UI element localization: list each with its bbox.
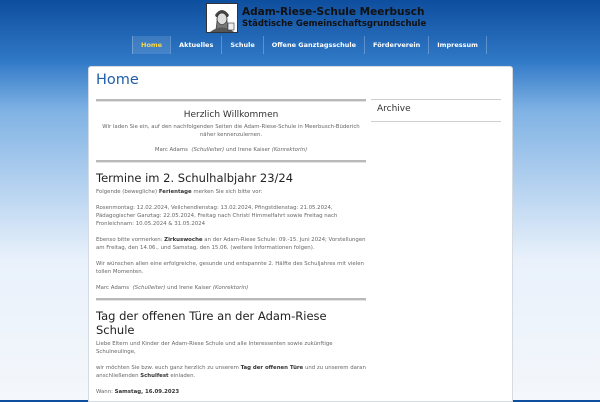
divider (96, 298, 366, 301)
tag-p1: Liebe Eltern und Kinder der Adam-Riese S… (96, 341, 333, 355)
zw-bold: Zirkuswoche (164, 237, 203, 243)
site-logo[interactable]: Adam-Riese-Schule Meerbusch Städtische G… (206, 3, 426, 33)
signature-role: (Konrektorin) (212, 285, 249, 291)
signature-name: Irene Kaiser (237, 147, 270, 153)
signature-role: (Schulleiter) (191, 147, 225, 153)
welcome-text: Wir laden Sie ein, auf den nachfolgenden… (102, 124, 360, 138)
main-column: Herzlich Willkommen Wir laden Sie ein, a… (96, 99, 366, 396)
tag-bold: Schulfest (140, 373, 169, 379)
termine-zirkuswoche: Ebenso bitte vormerken: Zirkuswoche an d… (96, 236, 366, 252)
signature-role: (Schulleiter) (132, 285, 166, 291)
divider (96, 160, 366, 163)
site-header: Adam-Riese-Schule Meerbusch Städtische G… (0, 0, 600, 36)
tag-text: wir möchten Sie bzw. euch ganz herzlich … (96, 365, 239, 371)
sidebar-divider (371, 99, 501, 100)
intro-text: merken Sie sich bitte vor: (193, 189, 263, 195)
termine-heading: Termine im 2. Schulhalbjahr 23/24 (96, 171, 294, 185)
intro-text: Folgende (bewegliche) (96, 189, 158, 195)
content-panel: Home Herzlich Willkommen Wir laden Sie e… (88, 66, 513, 402)
tag-bold: Samstag, 16.09.2023 (114, 389, 180, 395)
sidebar: Archive (371, 99, 501, 122)
site-title: Adam-Riese-Schule Meerbusch (242, 6, 425, 18)
signature-role: (Konrektorin) (271, 147, 308, 153)
termine-signature: Marc Adams (Schulleiter) und Irene Kaise… (96, 284, 366, 292)
page-title: Home (96, 72, 139, 88)
termine-wishes: Wir wünschen allen eine erfolgreiche, ge… (96, 261, 364, 275)
termine-intro: Folgende (bewegliche) Ferientage merken … (96, 188, 366, 196)
termine-dates: Rosenmontag: 12.02.2024, Veilchendiensta… (96, 205, 338, 227)
nav-item-aktuelles[interactable]: Aktuelles (170, 36, 221, 54)
adam-riese-portrait-logo-icon (206, 3, 238, 33)
zw-text: Ebenso bitte vormerken: (96, 237, 163, 243)
nav-item-foerderverein[interactable]: Förderverein (364, 36, 428, 54)
nav-item-offene-ganztagsschule[interactable]: Offene Ganztagsschule (262, 36, 364, 54)
divider (96, 99, 366, 102)
sidebar-divider (371, 121, 501, 122)
tag-p2: wir möchten Sie bzw. euch ganz herzlich … (96, 364, 366, 380)
tag-text: einladen. (170, 373, 196, 379)
signature-name: Marc Adams (154, 147, 188, 153)
intro-bold: Ferientage (158, 189, 192, 195)
tag-text: Wann: (96, 389, 113, 395)
signature-name: Marc Adams (96, 285, 130, 291)
signature-and: und (167, 285, 178, 291)
nav-item-impressum[interactable]: Impressum (428, 36, 487, 54)
nav-item-schule[interactable]: Schule (221, 36, 262, 54)
sidebar-title-archive[interactable]: Archive (377, 104, 411, 114)
tag-bold: Tag der offenen Türe (240, 365, 304, 371)
welcome-heading: Herzlich Willkommen (183, 110, 279, 120)
nav-item-home[interactable]: Home (132, 36, 171, 54)
site-subtitle: Städtische Gemeinschaftsgrundschule (242, 19, 427, 29)
signature-name: Irene Kaiser (179, 285, 212, 291)
signature-and: und (225, 147, 237, 153)
tag-p3: Wann: Samstag, 16.09.2023 (96, 388, 366, 396)
tag-heading: Tag der offenen Türe an der Adam-Riese S… (96, 309, 327, 337)
welcome-signature: Marc Adams (Schulleiter) und Irene Kaise… (96, 146, 366, 154)
main-nav: Home Aktuelles Schule Offene Ganztagssch… (132, 36, 487, 54)
